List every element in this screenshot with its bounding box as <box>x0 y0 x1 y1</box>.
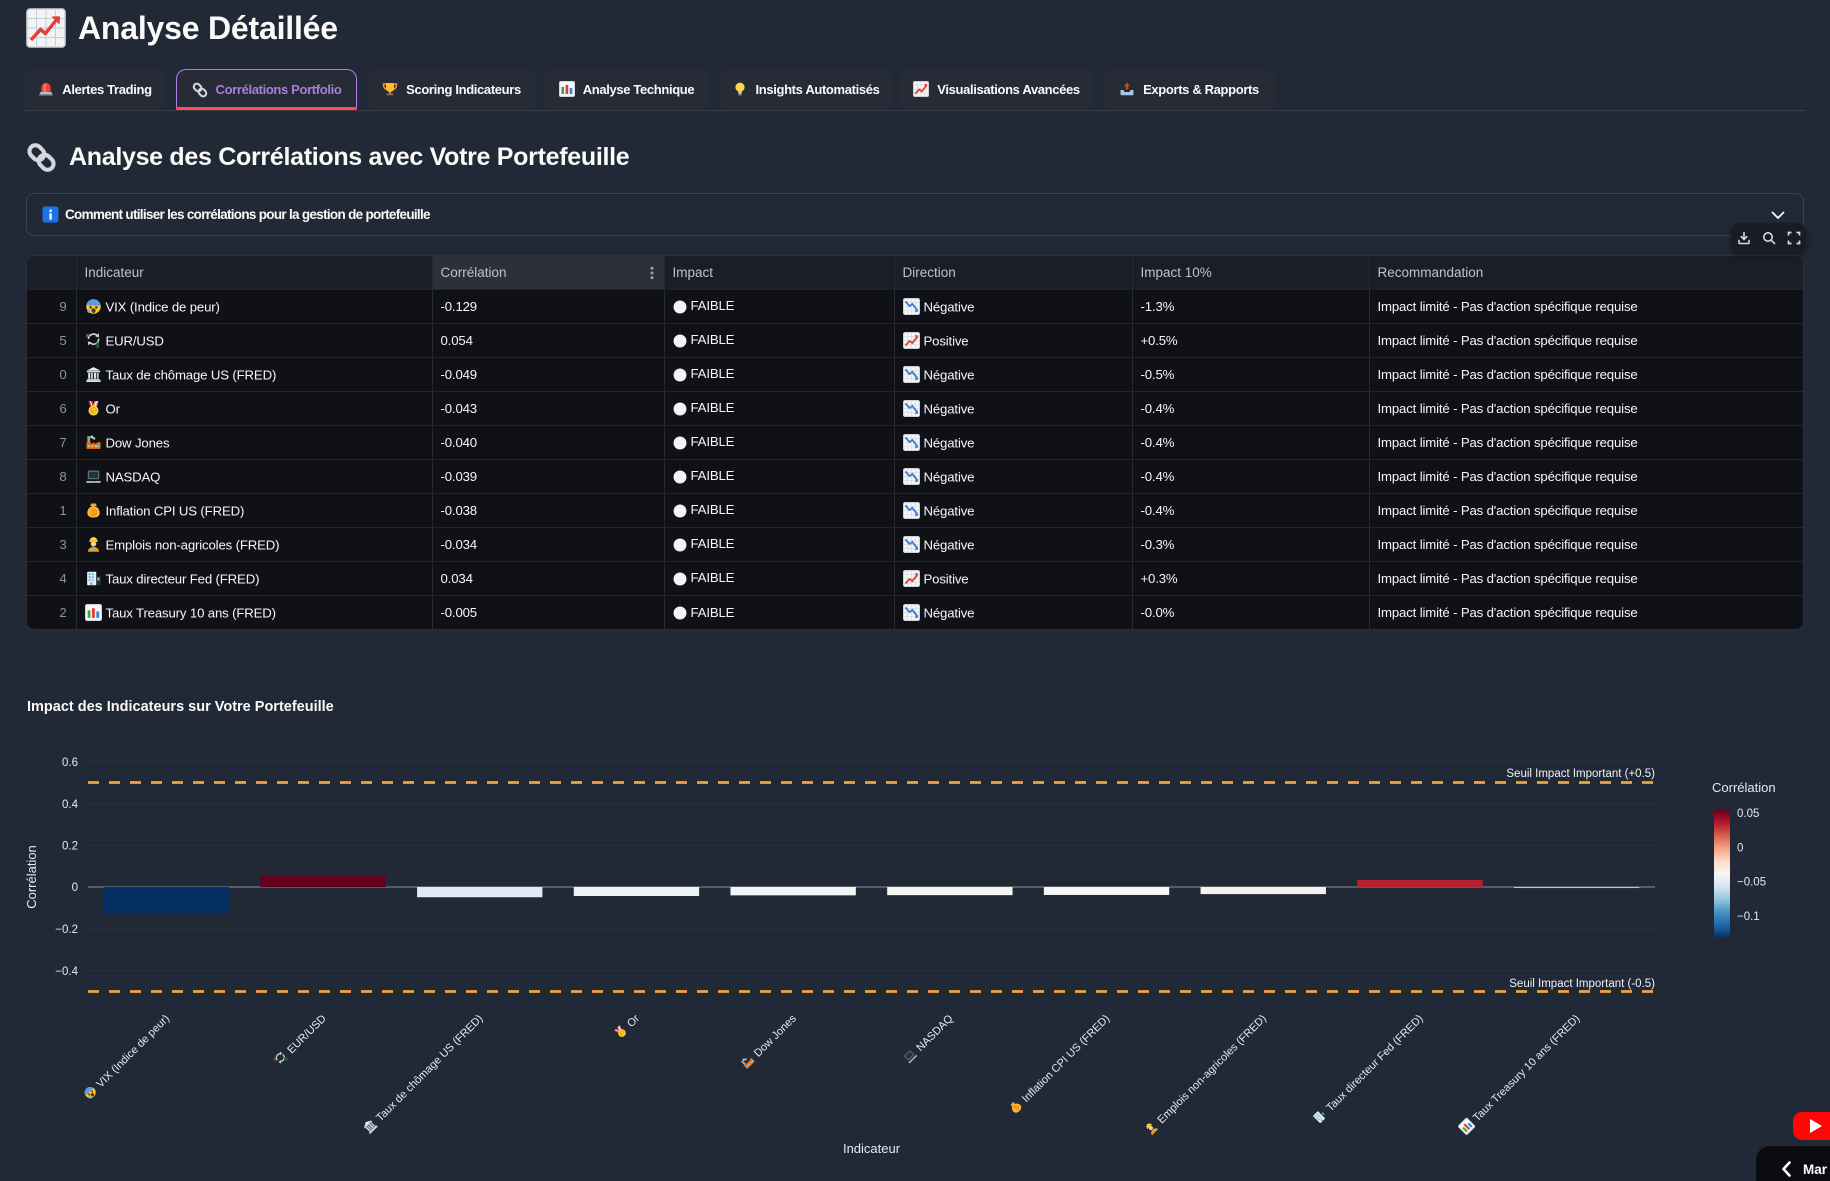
svg-text:−0.05: −0.05 <box>1737 877 1766 889</box>
svg-text:−0.2: −0.2 <box>55 924 78 936</box>
svg-text:EUR/USD: EUR/USD <box>285 1013 329 1057</box>
svg-text:−0.1: −0.1 <box>1737 911 1760 923</box>
svg-text:Seuil Impact Important (-0.5): Seuil Impact Important (-0.5) <box>1509 978 1655 990</box>
svg-text:Seuil Impact Important (+0.5): Seuil Impact Important (+0.5) <box>1506 768 1655 780</box>
svg-text:Taux de chômage US (FRED): Taux de chômage US (FRED) <box>374 1013 485 1124</box>
svg-text:Taux directeur Fed (FRED): Taux directeur Fed (FRED) <box>1324 1013 1425 1114</box>
svg-text:Or: Or <box>625 1012 642 1029</box>
svg-text:Indicateur: Indicateur <box>843 1141 901 1156</box>
svg-text:Taux Treasury 10 ans (FRED): Taux Treasury 10 ans (FRED) <box>1471 1013 1582 1124</box>
svg-text:Corrélation: Corrélation <box>1712 780 1776 795</box>
svg-text:0: 0 <box>72 882 78 894</box>
svg-text:0.6: 0.6 <box>62 757 78 769</box>
svg-text:NASDAQ: NASDAQ <box>914 1012 956 1054</box>
svg-text:Inflation CPI US (FRED): Inflation CPI US (FRED) <box>1020 1013 1112 1105</box>
svg-text:0.4: 0.4 <box>62 799 79 811</box>
svg-text:Impact des Indicateurs sur Vot: Impact des Indicateurs sur Votre Portefe… <box>27 699 334 715</box>
svg-text:VIX (Indice de peur): VIX (Indice de peur) <box>94 1013 172 1091</box>
svg-text:−0.4: −0.4 <box>55 966 78 978</box>
svg-text:0: 0 <box>1737 842 1743 854</box>
svg-text:0.05: 0.05 <box>1737 808 1759 820</box>
svg-text:0.2: 0.2 <box>62 841 78 853</box>
svg-text:Dow Jones: Dow Jones <box>752 1012 799 1059</box>
svg-text:Corrélation: Corrélation <box>24 845 39 909</box>
svg-text:Emplois non-agricoles (FRED): Emplois non-agricoles (FRED) <box>1155 1013 1269 1127</box>
